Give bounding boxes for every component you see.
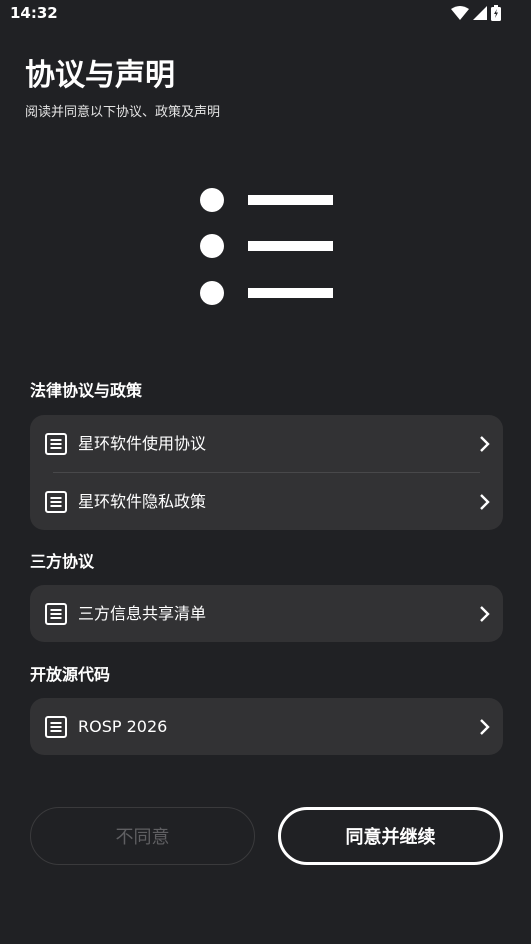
card-third-party: 三方信息共享清单 [30,585,503,642]
list-item-label: 三方信息共享清单 [78,604,207,623]
status-bar: 14:32 [0,0,531,28]
wifi-icon [451,6,469,20]
cellular-signal-icon [473,6,487,20]
list-icon [200,188,333,305]
list-item-third-party-sharing[interactable]: 三方信息共享清单 [30,585,503,642]
battery-icon [491,5,501,21]
disagree-button[interactable]: 不同意 [30,807,255,865]
page-subtitle: 阅读并同意以下协议、政策及声明 [25,105,221,120]
document-icon [45,433,67,455]
list-item-usage-agreement[interactable]: 星环软件使用协议 [30,415,503,472]
chevron-right-icon [480,436,490,452]
page-title: 协议与声明 [25,58,175,93]
list-item-label: 星环软件隐私政策 [78,492,207,511]
card-legal: 星环软件使用协议 星环软件隐私政策 [30,415,503,530]
list-item-label: ROSP 2026 [78,717,168,736]
document-icon [45,716,67,738]
document-icon [45,491,67,513]
chevron-right-icon [480,719,490,735]
list-item-label: 星环软件使用协议 [78,434,207,453]
section-title-open-source: 开放源代码 [30,665,111,684]
section-title-third-party: 三方协议 [30,552,95,571]
list-item-privacy-policy[interactable]: 星环软件隐私政策 [30,473,503,530]
list-item-rosp[interactable]: ROSP 2026 [30,698,503,755]
status-icons [451,5,501,21]
document-icon [45,603,67,625]
card-open-source: ROSP 2026 [30,698,503,755]
chevron-right-icon [480,606,490,622]
chevron-right-icon [480,494,490,510]
section-title-legal: 法律协议与政策 [30,381,143,400]
agree-and-continue-button[interactable]: 同意并继续 [278,807,503,865]
status-time: 14:32 [10,4,58,22]
